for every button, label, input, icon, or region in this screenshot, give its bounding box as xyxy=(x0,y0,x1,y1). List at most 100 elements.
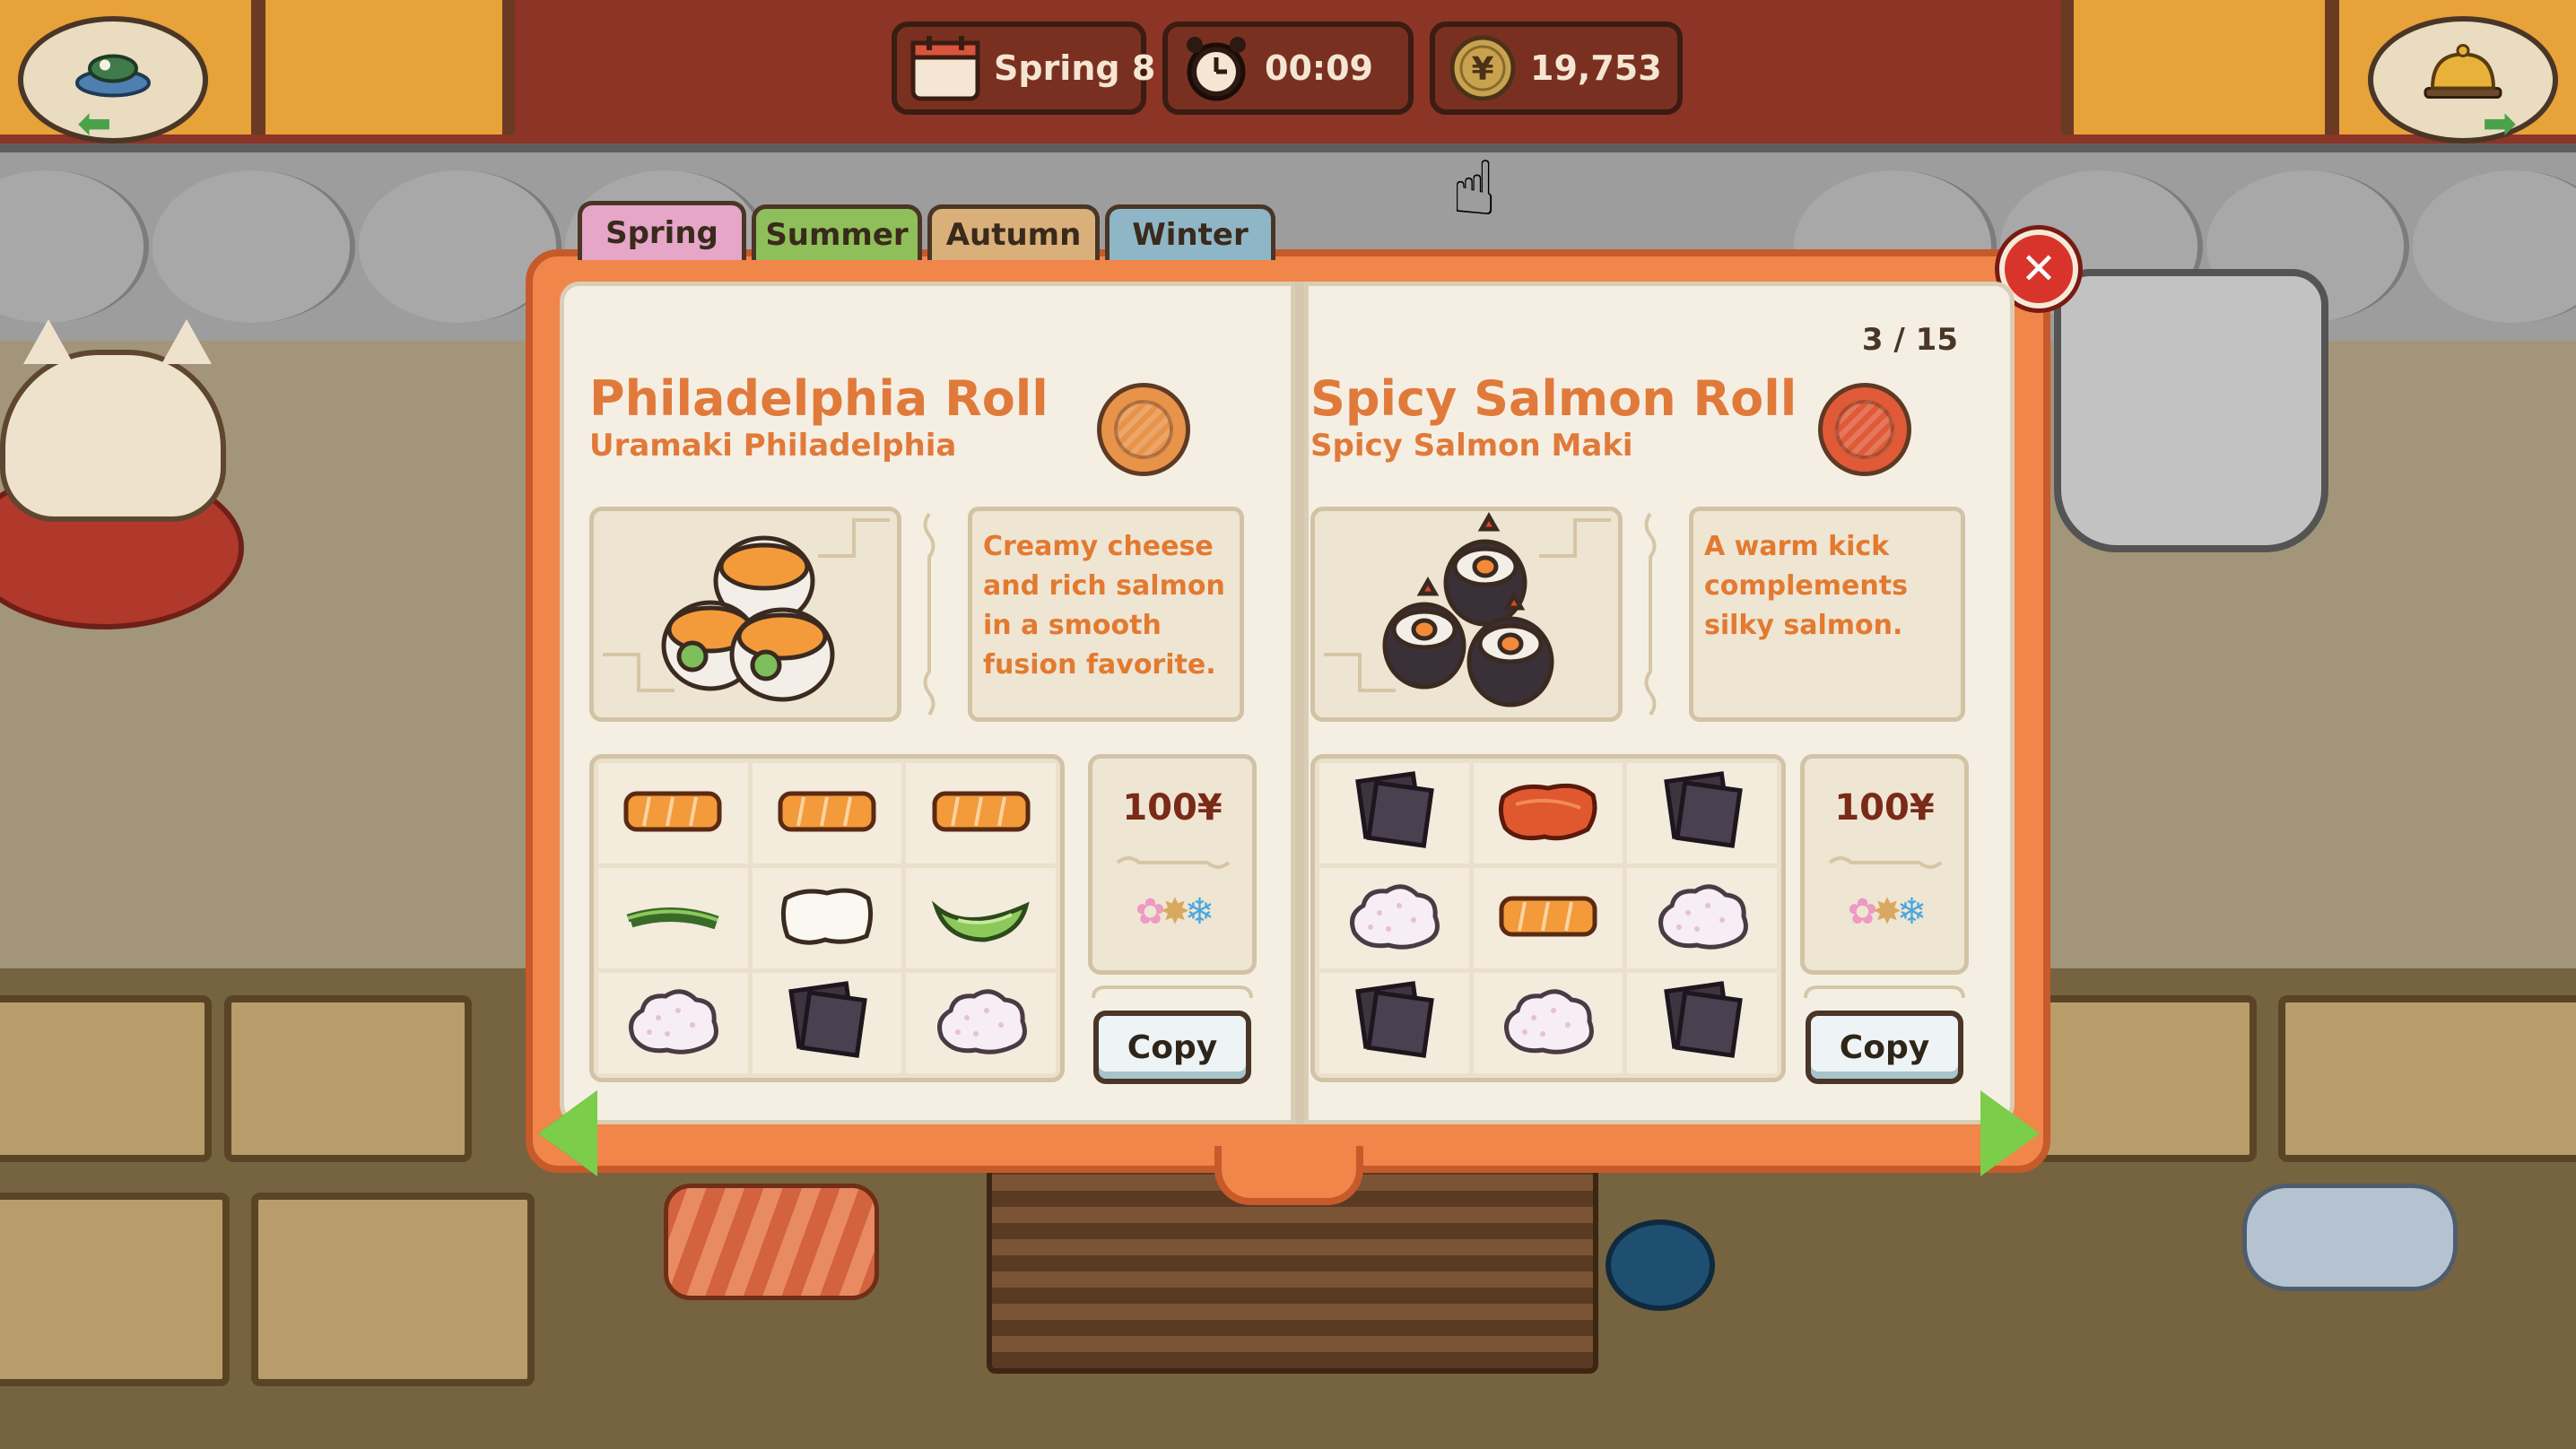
svg-text:¥: ¥ xyxy=(1471,51,1493,88)
rice-icon xyxy=(622,984,723,1063)
maple-leaf-icon: ✸ xyxy=(1160,891,1189,933)
bell-button[interactable]: ➡ xyxy=(2368,16,2558,147)
ingredient-slot xyxy=(1627,763,1777,863)
tab-summer[interactable]: Summer xyxy=(752,204,922,260)
salmon-tray[interactable] xyxy=(664,1184,879,1300)
copy-button[interactable]: Copy xyxy=(1806,1011,1963,1084)
alarm-clock-icon xyxy=(1180,32,1252,104)
ingredient-slot xyxy=(1473,868,1623,968)
tab-spring[interactable]: Spring xyxy=(578,201,746,260)
ingredient-slot xyxy=(752,973,902,1073)
money-display: ¥ 19,753 xyxy=(1430,22,1683,115)
ingredient-slot xyxy=(906,868,1056,968)
price-divider xyxy=(1116,856,1231,869)
recipe-page-right: 3 / 15 Spicy Salmon Roll Spicy Salmon Ma… xyxy=(1304,282,2015,1124)
snowflake-icon: ❄ xyxy=(1184,891,1214,933)
ingredient-slot xyxy=(906,763,1056,863)
ingredient-slot xyxy=(1627,973,1777,1073)
salmon-icon xyxy=(777,788,877,838)
arrow-left-icon: ⬅ xyxy=(77,99,112,147)
sakura-icon: ✿ xyxy=(1135,891,1165,933)
ingredient-grid xyxy=(589,754,1065,1082)
ingredient-slot xyxy=(1319,763,1469,863)
ingredient-slot xyxy=(1473,973,1623,1073)
ingredient-slot xyxy=(598,868,748,968)
season-icons: ✿✸❄ xyxy=(1092,891,1252,933)
arrow-right-icon: ➡ xyxy=(2482,99,2517,147)
season-icons: ✿✸❄ xyxy=(1805,891,1964,933)
cream-cheese-icon xyxy=(777,884,877,952)
recipe-price: 100¥ xyxy=(1122,787,1223,829)
date-display: Spring 8 xyxy=(892,22,1155,115)
tab-autumn[interactable]: Autumn xyxy=(927,204,1100,260)
price-card: 100¥ ✿✸❄ xyxy=(1088,754,1257,975)
recipe-subtitle: Spicy Salmon Maki xyxy=(1310,428,1633,464)
philadelphia-roll-icon xyxy=(603,518,890,702)
copy-ornament xyxy=(1804,985,1965,999)
ingredient-slot xyxy=(906,973,1056,1073)
recipe-book: Spring Summer Autumn Winter ✕ Philadelph… xyxy=(526,201,2078,1205)
rice-cooker[interactable] xyxy=(2054,269,2328,552)
nori-icon xyxy=(1351,980,1437,1066)
price-card: 100¥ ✿✸❄ xyxy=(1800,754,1969,975)
recipe-price: 100¥ xyxy=(1834,787,1935,829)
salmon-icon xyxy=(1498,893,1598,943)
ingredient-slot xyxy=(752,868,902,968)
close-icon: ✕ xyxy=(2020,244,2058,294)
recipe-image xyxy=(1310,507,1623,722)
ingredient-slot xyxy=(598,763,748,863)
fish-fillets[interactable] xyxy=(2242,1184,2458,1291)
recipe-title: Philadelphia Roll xyxy=(589,370,1049,427)
hand-cursor-icon: ☝ xyxy=(1451,144,1498,232)
red-coin-icon xyxy=(1818,383,1911,476)
calendar-icon xyxy=(909,32,981,104)
ingredient-slot xyxy=(1473,763,1623,863)
soy-sauce-bowl[interactable] xyxy=(1606,1219,1715,1311)
money-label: 19,753 xyxy=(1530,48,1662,88)
salmon-icon xyxy=(931,788,1031,838)
recipe-page-left: Philadelphia Roll Uramaki Philadelphia C… xyxy=(560,282,1295,1124)
menu-button[interactable]: ⬅ xyxy=(18,16,208,147)
cucumber-icon xyxy=(931,888,1031,949)
spicy-salmon-icon xyxy=(1494,777,1602,849)
cat-mascot[interactable] xyxy=(0,319,226,522)
book-bottom-tab xyxy=(1214,1146,1363,1205)
copy-button[interactable]: Copy xyxy=(1093,1011,1251,1084)
ingredient-slot xyxy=(598,973,748,1073)
spicy-salmon-roll-icon xyxy=(1324,511,1611,707)
prev-page-button[interactable] xyxy=(538,1090,597,1176)
recipe-title: Spicy Salmon Roll xyxy=(1310,370,1797,427)
nori-icon xyxy=(1351,770,1437,856)
snowflake-icon: ❄ xyxy=(1896,891,1927,933)
recipe-subtitle: Uramaki Philadelphia xyxy=(589,428,957,464)
timer-label: 00:09 xyxy=(1265,48,1373,88)
recipe-description: Creamy cheese and rich salmon in a smoot… xyxy=(968,507,1244,722)
price-divider xyxy=(1828,856,1943,869)
tab-winter[interactable]: Winter xyxy=(1105,204,1275,260)
salmon-icon xyxy=(622,788,723,838)
nori-icon xyxy=(784,980,870,1066)
rice-icon xyxy=(931,984,1031,1063)
ingredient-slot xyxy=(1319,868,1469,968)
nori-icon xyxy=(1659,770,1745,856)
copy-ornament xyxy=(1092,985,1253,999)
date-label: Spring 8 xyxy=(994,48,1156,88)
maple-leaf-icon: ✸ xyxy=(1872,891,1902,933)
sakura-icon: ✿ xyxy=(1847,891,1877,933)
timer-display: 00:09 xyxy=(1162,22,1414,115)
divider-ornament xyxy=(923,512,936,716)
rice-icon xyxy=(1652,879,1753,958)
divider-ornament xyxy=(1644,512,1657,716)
nori-icon xyxy=(1659,980,1745,1066)
ingredient-slot xyxy=(1627,868,1777,968)
recipe-image xyxy=(589,507,901,722)
bronze-coin-icon xyxy=(1097,383,1190,476)
yen-coin-icon: ¥ xyxy=(1448,32,1518,104)
ingredient-slot xyxy=(752,763,902,863)
ingredient-grid xyxy=(1310,754,1786,1082)
recipe-description: A warm kick complements silky salmon. xyxy=(1689,507,1965,722)
rice-icon xyxy=(1498,984,1598,1063)
rice-icon xyxy=(1344,879,1444,958)
page-indicator: 3 / 15 xyxy=(1861,322,1958,358)
next-page-button[interactable] xyxy=(1980,1090,2040,1176)
